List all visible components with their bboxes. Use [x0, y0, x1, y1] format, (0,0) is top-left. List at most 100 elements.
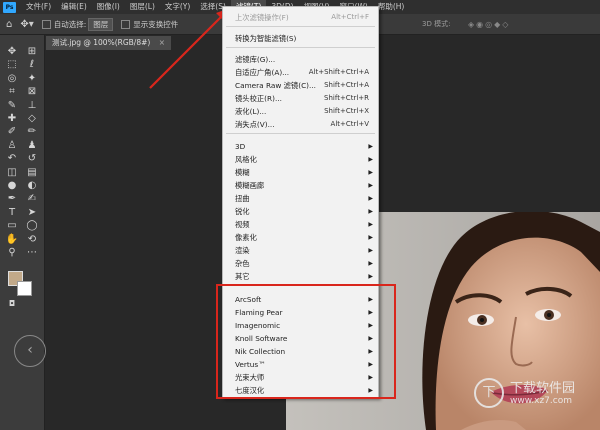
document-tab[interactable]: 测试.jpg @ 100%(RGB/8#) × [46, 36, 171, 50]
mode-3d-label: 3D 模式: [422, 20, 451, 28]
menu-plugin-4-shortcut: Shift+Ctrl+R [324, 94, 369, 102]
watermark: 下 下载软件园 www.xz7.com [474, 372, 600, 416]
background-color-swatch[interactable] [17, 281, 32, 296]
close-tab-icon[interactable]: × [159, 38, 165, 47]
gradient-tool-icon[interactable]: ▤ [24, 166, 40, 180]
submenu-arrow-icon: ▶ [368, 234, 373, 241]
healing-brush-tool-icon[interactable]: ✚ [4, 112, 20, 126]
nav-back-icon[interactable]: ‹ [14, 335, 46, 367]
rotate-view-tool-icon[interactable]: ⟲ [24, 233, 40, 247]
submenu-arrow-icon: ▶ [368, 273, 373, 280]
menu-plugin-4[interactable]: 镜头校正(R)... Shift+Ctrl+R [223, 92, 378, 105]
ruler-tool-icon[interactable]: ⊥ [24, 99, 40, 113]
submenu-arrow-icon: ▶ [368, 143, 373, 150]
eraser-tool-icon[interactable]: ◫ [4, 166, 20, 180]
clone-stamp-tool-icon[interactable]: ♙ [4, 139, 20, 153]
patch-tool-icon[interactable]: ◇ [24, 112, 40, 126]
zoom-tool-icon[interactable]: ⚲ [4, 246, 20, 260]
auto-select-dropdown[interactable]: 图层 [88, 17, 114, 31]
type-tool-icon[interactable]: T [4, 206, 20, 220]
menu-item-3[interactable]: 图像(I) [92, 0, 125, 14]
submenu-arrow-icon: ▶ [368, 221, 373, 228]
pencil-tool-icon[interactable]: ✏ [24, 125, 40, 139]
menu-plugin-2[interactable]: 自适应广角(A)... Alt+Shift+Ctrl+A [223, 66, 378, 79]
menu-last-filter-label: 上次滤镜操作(F) [235, 13, 289, 22]
document-tab-title: 测试.jpg @ 100%(RGB/8#) [52, 38, 151, 47]
menu-category-7[interactable]: 视频 ▶ [223, 218, 378, 231]
marquee-tool-icon[interactable]: ⬚ [4, 58, 20, 72]
submenu-arrow-icon: ▶ [368, 208, 373, 215]
menu-item-4[interactable]: 图层(L) [125, 0, 160, 14]
show-transform-option[interactable]: 显示变换控件 [121, 19, 178, 30]
menu-category-5[interactable]: 扭曲 ▶ [223, 192, 378, 205]
menu-plugin-1[interactable]: 滤镜库(G)... [223, 53, 378, 66]
show-transform-checkbox[interactable] [121, 19, 131, 29]
move-tool-icon[interactable]: ✥ [4, 45, 20, 59]
menu-category-11[interactable]: 其它 ▶ [223, 270, 378, 283]
tools-panel: ◘ ✥ ⊞ ⬚ ℓ ◎ ✦ ⌗ ⊠ ✎ ⊥ ✚ ◇ ✐ ✏ ♙ ♟ ↶ ↺ ◫ ▤ ● ◐ ✒ ✍ T ➤ ▭ ◯ ✋ ⟲ ⚲ ⋯ [0, 35, 45, 430]
history-brush-tool-icon[interactable]: ↶ [4, 152, 20, 166]
quick-select-tool-icon[interactable]: ◎ [4, 72, 20, 86]
menu-plugin-6[interactable]: 消失点(V)... Alt+Ctrl+V [223, 118, 378, 131]
menu-category-5-label: 扭曲 [235, 194, 250, 203]
menu-category-4-label: 模糊画廊 [235, 181, 265, 190]
menu-category-6[interactable]: 锐化 ▶ [223, 205, 378, 218]
submenu-arrow-icon: ▶ [368, 247, 373, 254]
art-history-tool-icon[interactable]: ↺ [24, 152, 40, 166]
home-icon[interactable]: ⌂ [6, 19, 12, 30]
freeform-pen-tool-icon[interactable]: ✍ [24, 192, 40, 206]
menu-item-5[interactable]: 文字(Y) [160, 0, 195, 14]
menu-item-2[interactable]: 编辑(E) [56, 0, 92, 14]
dodge-tool-icon[interactable]: ◐ [24, 179, 40, 193]
menu-category-3[interactable]: 模糊 ▶ [223, 166, 378, 179]
menu-category-1-label: 3D [235, 142, 246, 151]
hand-tool-icon[interactable]: ✋ [4, 233, 20, 247]
menu-plugin-5-shortcut: Shift+Ctrl+X [324, 107, 369, 115]
menu-convert-smart-filter[interactable]: 转换为智能滤镜(S) [223, 32, 378, 45]
more-tools-icon[interactable]: ⋯ [24, 246, 40, 260]
menu-plugin-5[interactable]: 液化(L)... Shift+Ctrl+X [223, 105, 378, 118]
submenu-arrow-icon: ▶ [368, 260, 373, 267]
artboard-tool-icon[interactable]: ⊞ [24, 45, 40, 59]
blur-tool-icon[interactable]: ● [4, 179, 20, 193]
menu-category-10[interactable]: 杂色 ▶ [223, 257, 378, 270]
menu-category-10-label: 杂色 [235, 259, 250, 268]
auto-select-checkbox[interactable] [41, 19, 51, 29]
menu-plugin-2-label: 自适应广角(A)... [235, 68, 290, 77]
path-select-tool-icon[interactable]: ➤ [24, 206, 40, 220]
mode-3d-icons[interactable]: ◈◉◎◆◇ [468, 20, 510, 29]
menu-category-7-label: 视频 [235, 220, 250, 229]
watermark-url: www.xz7.com [510, 396, 572, 406]
menu-category-11-label: 其它 [235, 272, 250, 281]
quick-mask-icon[interactable]: ◘ [4, 297, 20, 311]
submenu-arrow-icon: ▶ [368, 195, 373, 202]
pen-tool-icon[interactable]: ✒ [4, 192, 20, 206]
magic-wand-tool-icon[interactable]: ✦ [24, 72, 40, 86]
auto-select-option[interactable]: 自动选择: 图层 [41, 17, 114, 31]
brush-tool-icon[interactable]: ✐ [4, 125, 20, 139]
menu-plugin-3[interactable]: Camera Raw 滤镜(C)... Shift+Ctrl+A [223, 79, 378, 92]
menu-plugin-1-label: 滤镜库(G)... [235, 55, 276, 64]
menu-last-filter-shortcut: Alt+Ctrl+F [331, 13, 369, 21]
pattern-stamp-tool-icon[interactable]: ♟ [24, 139, 40, 153]
frame-tool-icon[interactable]: ⊠ [24, 85, 40, 99]
ellipse-tool-icon[interactable]: ◯ [24, 219, 40, 233]
menu-category-1[interactable]: 3D ▶ [223, 140, 378, 153]
menu-category-8[interactable]: 像素化 ▶ [223, 231, 378, 244]
menu-plugin-3-shortcut: Shift+Ctrl+A [324, 81, 369, 89]
crop-tool-icon[interactable]: ⌗ [4, 85, 20, 99]
menu-last-filter: 上次滤镜操作(F) Alt+Ctrl+F [223, 11, 378, 24]
rectangle-tool-icon[interactable]: ▭ [4, 219, 20, 233]
eyedropper-tool-icon[interactable]: ✎ [4, 99, 20, 113]
menu-plugin-2-shortcut: Alt+Shift+Ctrl+A [308, 68, 369, 76]
move-tool-preset-icon[interactable]: ✥▾ [20, 19, 33, 30]
menu-category-4[interactable]: 模糊画廊 ▶ [223, 179, 378, 192]
menu-category-9[interactable]: 渲染 ▶ [223, 244, 378, 257]
menu-category-6-label: 锐化 [235, 207, 250, 216]
menu-plugin-4-label: 镜头校正(R)... [235, 94, 282, 103]
lasso-tool-icon[interactable]: ℓ [24, 58, 40, 72]
menu-plugin-6-shortcut: Alt+Ctrl+V [330, 120, 369, 128]
third-party-filters-highlight [216, 284, 396, 399]
menu-item-1[interactable]: 文件(F) [21, 0, 56, 14]
menu-category-2[interactable]: 风格化 ▶ [223, 153, 378, 166]
